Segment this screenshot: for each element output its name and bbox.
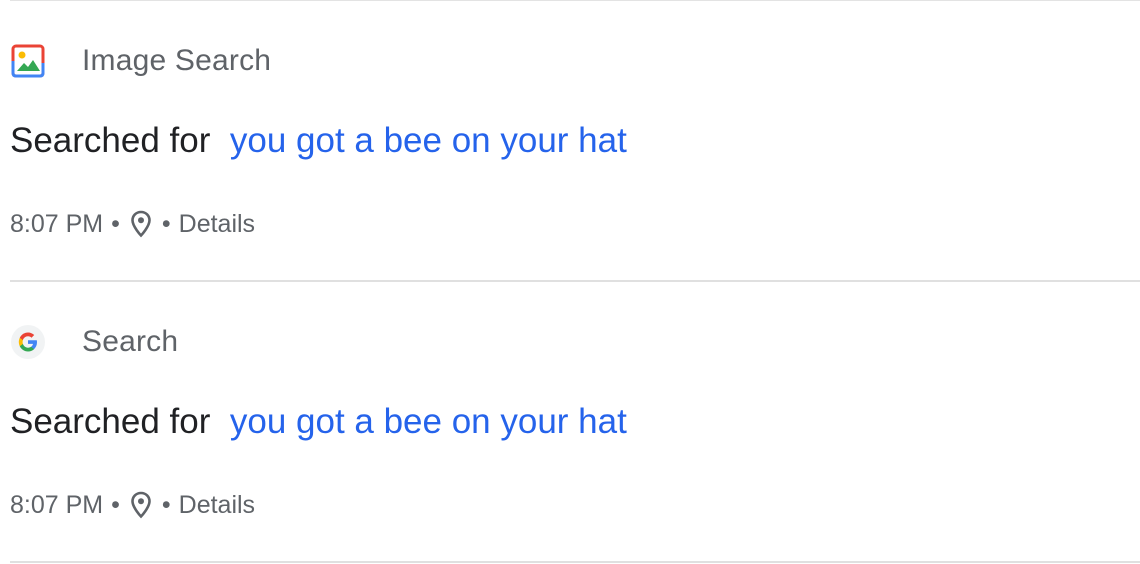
product-header: Search [10,322,178,362]
product-name: Image Search [82,44,272,77]
activity-title: Searched for you got a bee on your hat [10,121,627,161]
separator-dot: • [111,209,120,238]
activity-title: Searched for you got a bee on your hat [10,402,627,442]
timestamp: 8:07 PM [10,490,104,519]
image-search-icon [10,43,46,79]
details-link[interactable]: Details [179,491,255,520]
product-name: Search [82,325,179,358]
separator-dot: • [161,209,171,238]
location-pin-icon[interactable] [128,490,154,520]
activity-meta: 8:07 PM • • Details [10,490,255,520]
activity-meta: 8:07 PM • • Details [10,209,255,239]
searched-for-prefix: Searched for [10,402,221,441]
separator-dot: • [111,490,120,519]
timestamp: 8:07 PM [10,209,104,238]
product-header: Image Search [10,41,271,81]
searched-for-prefix: Searched for [10,121,221,160]
details-link[interactable]: Details [179,210,255,239]
google-g-icon [10,324,46,360]
activity-list: Image Search Searched for you got a bee … [0,0,1140,563]
separator-dot: • [161,490,171,519]
location-pin-icon[interactable] [128,209,154,239]
search-query-link[interactable]: you got a bee on your hat [230,121,627,160]
divider [10,561,1140,563]
activity-card-search: Search Searched for you got a bee on you… [0,282,1140,561]
search-query-link[interactable]: you got a bee on your hat [230,402,627,441]
activity-card-image-search: Image Search Searched for you got a bee … [0,1,1140,280]
